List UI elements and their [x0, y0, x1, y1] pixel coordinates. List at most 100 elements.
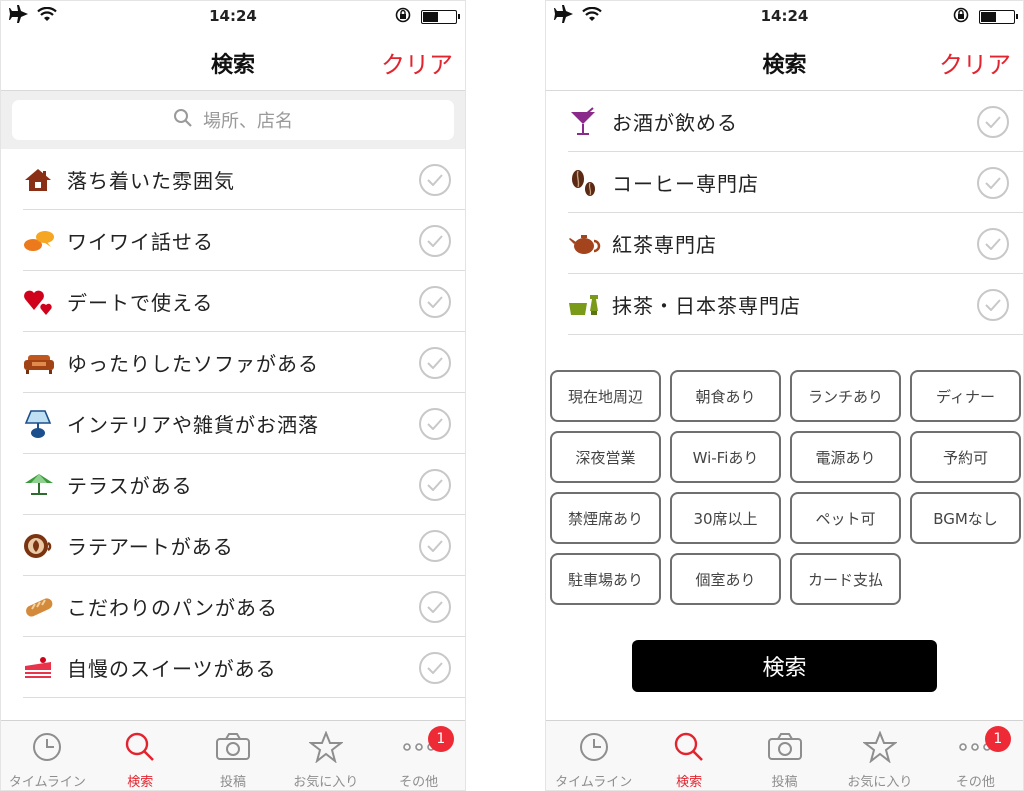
tab-post[interactable]: 投稿 [737, 721, 832, 790]
battery-icon [979, 10, 1018, 24]
list-item-label: 自慢のスイーツがある [67, 657, 277, 681]
chip-nearby[interactable]: 現在地周辺 [550, 370, 661, 422]
chip-card-payment[interactable]: カード支払 [790, 553, 901, 605]
list-item[interactable]: お酒が飲める [546, 91, 1023, 152]
drink-filter-list: お酒が飲める コーヒー専門店 紅茶専門店 抹茶・日本茶専門店 [546, 91, 1023, 335]
cake-icon [23, 648, 67, 688]
notification-badge: 1 [984, 726, 1011, 752]
search-icon [673, 731, 705, 767]
clear-button[interactable]: クリア [939, 45, 1011, 80]
list-item[interactable]: こだわりのパンがある [1, 576, 465, 637]
tab-more[interactable]: その他 1 [372, 721, 465, 790]
clock-icon [31, 731, 63, 767]
chip-pets[interactable]: ペット可 [790, 492, 901, 544]
chip-30-seats[interactable]: 30席以上 [670, 492, 781, 544]
list-item[interactable]: インテリアや雑貨がお洒落 [1, 393, 465, 454]
tab-post[interactable]: 投稿 [187, 721, 280, 790]
chip-reservation[interactable]: 予約可 [910, 431, 1021, 483]
search-button[interactable]: 検索 [632, 640, 937, 692]
parasol-icon [23, 465, 67, 505]
list-item[interactable]: ワイワイ話せる [1, 210, 465, 271]
chip-private-room[interactable]: 個室あり [670, 553, 781, 605]
checkmark-icon[interactable] [977, 166, 1009, 199]
tab-favorites[interactable]: お気に入り [832, 721, 927, 790]
chip-power[interactable]: 電源あり [790, 431, 901, 483]
chip-wifi[interactable]: Wi-Fiあり [670, 431, 781, 483]
chip-lunch[interactable]: ランチあり [790, 370, 901, 422]
list-item-label: ラテアートがある [67, 535, 234, 559]
status-time: 14:24 [760, 7, 809, 25]
notification-badge: 1 [427, 726, 454, 752]
checkmark-icon[interactable] [977, 105, 1009, 138]
list-item-label: コーヒー専門店 [612, 172, 759, 196]
navigation-bar: 検索 クリア [546, 31, 1023, 91]
tab-label: タイムライン [555, 775, 633, 790]
battery-level [423, 12, 439, 22]
list-item[interactable]: テラスがある [1, 454, 465, 515]
checkmark-icon[interactable] [419, 407, 451, 440]
hearts-icon [23, 282, 67, 322]
checkmark-icon[interactable] [419, 285, 451, 318]
tab-label: お気に入り [293, 775, 359, 790]
star-icon [307, 730, 344, 767]
list-item-label: 落ち着いた雰囲気 [67, 169, 235, 193]
camera-icon [767, 731, 803, 767]
list-item-label: 抹茶・日本茶専門店 [612, 294, 801, 318]
list-item[interactable]: デートで使える [1, 271, 465, 332]
checkmark-icon[interactable] [419, 163, 451, 196]
search-icon [173, 108, 193, 133]
tab-more[interactable]: その他 1 [928, 721, 1023, 790]
list-item[interactable]: 抹茶・日本茶専門店 [546, 274, 1023, 335]
list-item-label: ゆったりしたソファがある [67, 352, 319, 376]
chip-dinner[interactable]: ディナー [910, 370, 1021, 422]
navigation-bar: 検索 クリア [1, 31, 465, 91]
bread-icon [23, 587, 67, 627]
clear-button[interactable]: クリア [381, 45, 453, 80]
battery-level [981, 12, 997, 22]
chip-parking[interactable]: 駐車場あり [550, 553, 661, 605]
checkmark-icon[interactable] [419, 224, 451, 257]
list-item[interactable]: 落ち着いた雰囲気 [1, 149, 465, 210]
star-icon [862, 730, 898, 767]
search-input[interactable]: 場所、店名 [12, 100, 454, 140]
rotation-lock-icon [395, 7, 411, 27]
list-item[interactable]: ラテアートがある [1, 515, 465, 576]
checkmark-icon[interactable] [419, 468, 451, 501]
list-item-label: ワイワイ話せる [67, 230, 214, 254]
clock-icon [578, 731, 610, 767]
sofa-icon [23, 343, 67, 383]
tab-bar: タイムライン 検索 投稿 お気に入り その他 1 [546, 720, 1023, 790]
checkmark-icon[interactable] [419, 346, 451, 379]
tab-label: タイムライン [8, 775, 86, 790]
search-bar: 場所、店名 [1, 91, 465, 149]
list-item[interactable]: コーヒー専門店 [546, 152, 1023, 213]
checkmark-icon[interactable] [419, 529, 451, 562]
matcha-icon [568, 285, 612, 325]
tab-label: その他 [399, 775, 439, 790]
list-item[interactable]: ゆったりしたソファがある [1, 332, 465, 393]
lamp-icon [23, 404, 67, 444]
tab-search[interactable]: 検索 [641, 721, 736, 790]
tab-label: 投稿 [771, 775, 798, 790]
list-item-label: テラスがある [67, 474, 193, 498]
checkmark-icon[interactable] [419, 590, 451, 623]
chip-no-bgm[interactable]: BGMなし [910, 492, 1021, 544]
checkmark-icon[interactable] [977, 288, 1009, 321]
tab-label: その他 [955, 775, 995, 790]
tab-timeline[interactable]: タイムライン [1, 721, 94, 790]
tab-timeline[interactable]: タイムライン [546, 721, 641, 790]
chip-non-smoking[interactable]: 禁煙席あり [550, 492, 661, 544]
right-screen: 14:24 検索 クリア お酒が飲める コーヒー専門店 紅茶専門店 抹茶・日本茶… [545, 0, 1024, 791]
checkmark-icon[interactable] [419, 651, 451, 684]
search-placeholder: 場所、店名 [203, 111, 293, 132]
list-item[interactable]: 紅茶専門店 [546, 213, 1023, 274]
tab-favorites[interactable]: お気に入り [279, 721, 372, 790]
mood-filter-list: 落ち着いた雰囲気 ワイワイ話せる デートで使える ゆったりしたソファがある イン… [1, 149, 465, 698]
chip-breakfast[interactable]: 朝食あり [670, 370, 781, 422]
checkmark-icon[interactable] [977, 227, 1009, 260]
list-item-label: こだわりのパンがある [67, 596, 278, 620]
tab-search[interactable]: 検索 [94, 721, 187, 790]
chip-late-night[interactable]: 深夜営業 [550, 431, 661, 483]
list-item[interactable]: 自慢のスイーツがある [1, 637, 465, 698]
camera-icon [215, 731, 251, 767]
